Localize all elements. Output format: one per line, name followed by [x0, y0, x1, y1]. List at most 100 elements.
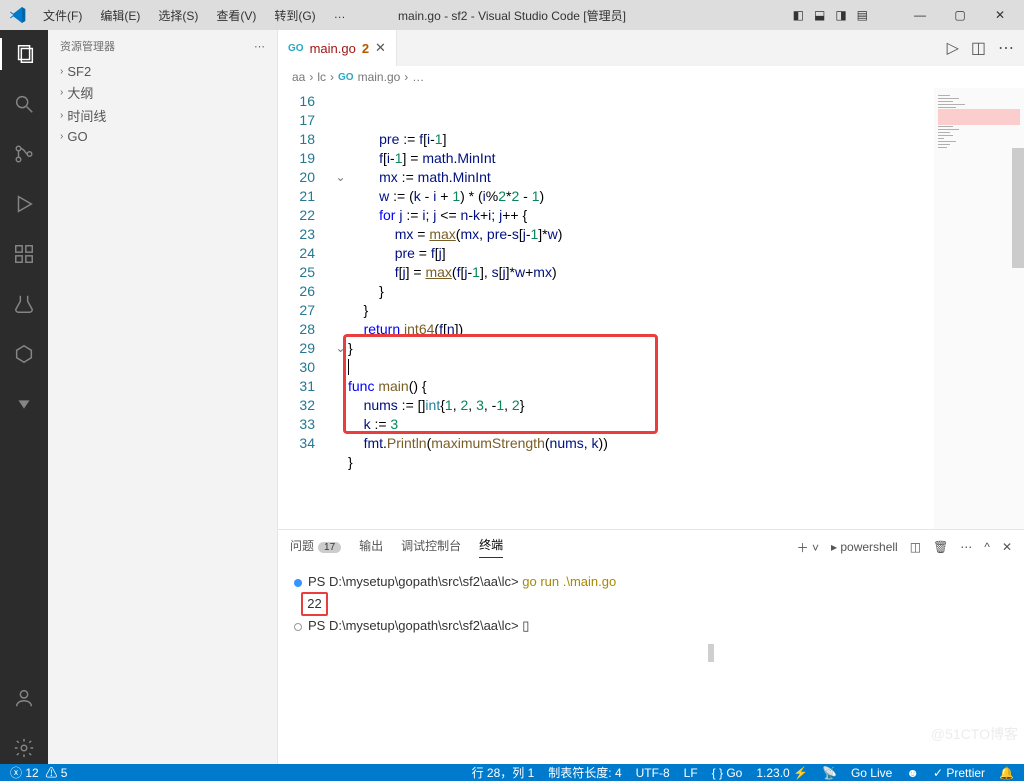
close-icon[interactable]: ✕ [375, 40, 386, 56]
fold-toggle[interactable]: ⌄ [333, 339, 348, 358]
more-actions-icon[interactable]: ⋯ [998, 38, 1014, 58]
code-line[interactable]: return int64(f[n]) [348, 320, 934, 339]
tab-main-go[interactable]: GO main.go 2 ✕ [278, 30, 397, 66]
code-line[interactable] [348, 472, 934, 491]
panel-tab-debug[interactable]: 调试控制台 [401, 537, 461, 558]
menu-more[interactable]: … [326, 3, 354, 28]
code-line[interactable]: mx := math.MinInt [348, 168, 934, 187]
fold-toggle[interactable] [333, 301, 348, 320]
status-errors[interactable]: ⓧ 12 ⚠ 5 [10, 764, 67, 781]
fold-toggle[interactable]: ⌄ [333, 168, 348, 187]
activity-hex-icon[interactable] [0, 338, 48, 370]
code-editor[interactable]: 16171819202122232425262728293031323334 ⌄… [278, 88, 1024, 529]
activity-settings-icon[interactable] [0, 732, 48, 764]
activity-run-icon[interactable] [0, 188, 48, 220]
fold-toggle[interactable] [333, 263, 348, 282]
kill-terminal-icon[interactable]: 🗑 [933, 540, 948, 554]
code-line[interactable]: k := 3 [348, 415, 934, 434]
layout-panel-right-icon[interactable]: ◨ [835, 8, 846, 22]
activity-extensions-icon[interactable] [0, 238, 48, 270]
code-content[interactable]: pre := f[i-1] f[i-1] = math.MinInt mx :=… [348, 88, 934, 529]
window-close-icon[interactable]: ✕ [980, 0, 1020, 30]
fold-toggle[interactable] [333, 92, 348, 111]
code-line[interactable]: f[i-1] = math.MinInt [348, 149, 934, 168]
sidebar-item-sf2[interactable]: ›SF2 [48, 62, 277, 81]
code-line[interactable]: w := (k - i + 1) * (i%2*2 - 1) [348, 187, 934, 206]
code-line[interactable]: } [348, 301, 934, 320]
status-tabsize[interactable]: 制表符长度: 4 [548, 764, 621, 781]
new-terminal-icon[interactable]: ＋ ˅ [797, 539, 819, 556]
status-ln-col[interactable]: 行 28，列 1 [472, 764, 535, 781]
code-line[interactable]: fmt.Println(maximumStrength(nums, k)) [348, 434, 934, 453]
sidebar-more-icon[interactable]: ⋯ [254, 40, 265, 53]
code-line[interactable]: func main() { [348, 377, 934, 396]
code-line[interactable]: nums := []int{1, 2, 3, -1, 2} [348, 396, 934, 415]
activity-search-icon[interactable] [0, 88, 48, 120]
fold-toggle[interactable] [333, 434, 348, 453]
fold-toggle[interactable] [333, 320, 348, 339]
code-line[interactable]: for j := i; j <= n-k+i; j++ { [348, 206, 934, 225]
panel-close-icon[interactable]: ✕ [1002, 540, 1012, 554]
sidebar-item-go[interactable]: ›GO [48, 127, 277, 146]
fold-gutter[interactable]: ⌄⌄ [333, 88, 348, 529]
split-terminal-icon[interactable]: ◫ [910, 540, 921, 554]
fold-toggle[interactable] [333, 415, 348, 434]
fold-toggle[interactable] [333, 225, 348, 244]
breadcrumb-more[interactable]: … [412, 70, 424, 84]
fold-toggle[interactable] [333, 149, 348, 168]
menu-goto[interactable]: 转到(G) [266, 3, 323, 28]
fold-toggle[interactable] [333, 130, 348, 149]
sidebar-title: 资源管理器 [60, 38, 115, 54]
activity-explorer-icon[interactable] [0, 38, 48, 70]
layout-panel-bottom-icon[interactable]: ⬓ [814, 8, 825, 22]
menu-select[interactable]: 选择(S) [150, 3, 206, 28]
scrollbar-thumb[interactable] [1012, 148, 1024, 268]
layout-customize-icon[interactable]: ▤ [857, 8, 868, 22]
code-line[interactable]: f[j] = max(f[j-1], s[j]*w+mx) [348, 263, 934, 282]
terminal[interactable]: PS D:\mysetup\gopath\src\sf2\aa\lc> go r… [278, 564, 1024, 764]
breadcrumbs[interactable]: aa› lc› GO main.go› … [278, 66, 1024, 88]
breadcrumb-file[interactable]: main.go [358, 70, 401, 84]
activity-testing-icon[interactable] [0, 288, 48, 320]
run-icon[interactable]: ▷ [947, 38, 959, 58]
minimap[interactable]: ▬▬▬▬▬▬▬▬▬▬▬▬▬▬▬▬▬▬▬▬▬▬▬▬▬▬▬▬▬▬▬▬▬▬▬▬▬▬▬▬… [934, 88, 1024, 529]
fold-toggle[interactable] [333, 358, 348, 377]
menu-view[interactable]: 查看(V) [208, 3, 264, 28]
sidebar-item-label: 大纲 [67, 83, 93, 102]
sidebar-item-timeline[interactable]: ›时间线 [48, 104, 277, 127]
code-line[interactable]: pre := f[i-1] [348, 130, 934, 149]
panel-more-icon[interactable]: ⋯ [960, 540, 972, 554]
chevron-right-icon: › [60, 66, 63, 77]
code-line[interactable]: pre = f[j] [348, 244, 934, 263]
code-line[interactable]: } [348, 282, 934, 301]
code-line[interactable]: ​ [348, 358, 934, 377]
window-maximize-icon[interactable]: ▢ [940, 0, 980, 30]
breadcrumb-aa[interactable]: aa [292, 70, 305, 84]
sidebar-item-outline[interactable]: ›大纲 [48, 81, 277, 104]
menu-edit[interactable]: 编辑(E) [92, 3, 148, 28]
panel-tab-output[interactable]: 输出 [359, 537, 383, 558]
layout-panel-left-icon[interactable]: ◧ [793, 8, 804, 22]
fold-toggle[interactable] [333, 206, 348, 225]
code-line[interactable]: } [348, 339, 934, 358]
panel-tab-terminal[interactable]: 终端 [479, 536, 503, 558]
panel-maximize-icon[interactable]: ^ [984, 540, 990, 554]
fold-toggle[interactable] [333, 282, 348, 301]
activity-triangle-icon[interactable] [0, 388, 48, 420]
menu-file[interactable]: 文件(F) [35, 3, 90, 28]
code-line[interactable]: } [348, 453, 934, 472]
window-minimize-icon[interactable]: — [900, 0, 940, 30]
shell-indicator[interactable]: ▸ powershell [831, 540, 898, 554]
terminal-scrollbar-thumb[interactable] [708, 644, 714, 662]
breadcrumb-lc[interactable]: lc [317, 70, 326, 84]
fold-toggle[interactable] [333, 111, 348, 130]
fold-toggle[interactable] [333, 244, 348, 263]
split-editor-icon[interactable]: ◫ [971, 38, 986, 58]
panel-tab-problems[interactable]: 问题17 [290, 537, 341, 558]
activity-scm-icon[interactable] [0, 138, 48, 170]
fold-toggle[interactable] [333, 396, 348, 415]
code-line[interactable]: mx = max(mx, pre-s[j-1]*w) [348, 225, 934, 244]
activity-accounts-icon[interactable] [0, 682, 48, 714]
fold-toggle[interactable] [333, 377, 348, 396]
fold-toggle[interactable] [333, 187, 348, 206]
